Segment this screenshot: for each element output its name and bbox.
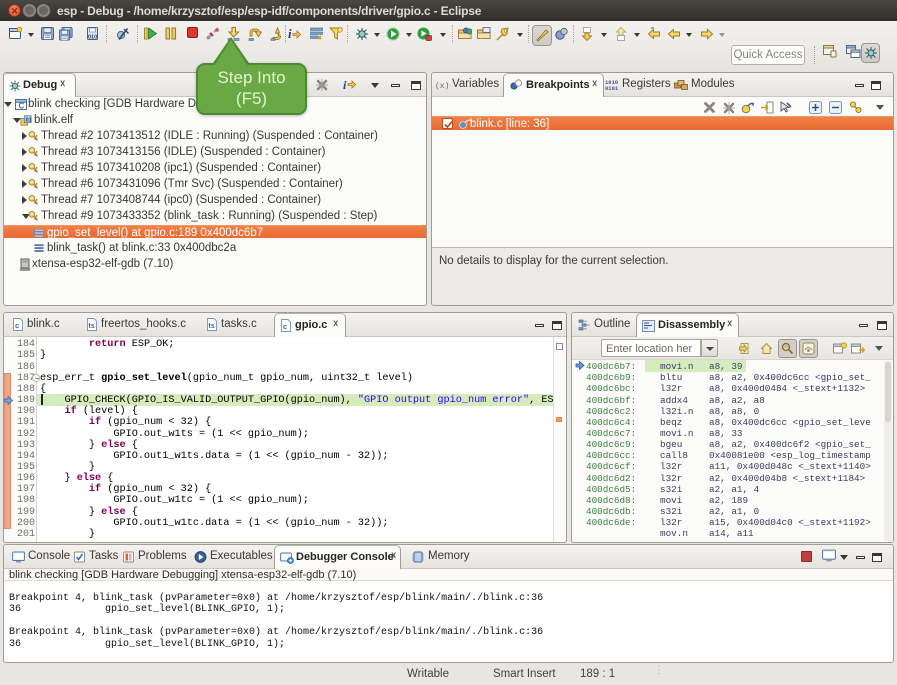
svg-text:C: C — [19, 102, 25, 111]
svg-text:010: 010 — [88, 35, 97, 41]
svg-text:c: c — [283, 322, 287, 331]
svg-text:ts: ts — [89, 323, 95, 330]
svg-text:(x)=: (x)= — [435, 82, 450, 91]
svg-text:01: 01 — [26, 118, 32, 124]
svg-text:0101: 0101 — [605, 85, 619, 91]
svg-text:ts: ts — [209, 323, 215, 330]
svg-text:c: c — [15, 321, 19, 330]
svg-text:i: i — [343, 78, 347, 91]
svg-text:i: i — [288, 27, 292, 40]
